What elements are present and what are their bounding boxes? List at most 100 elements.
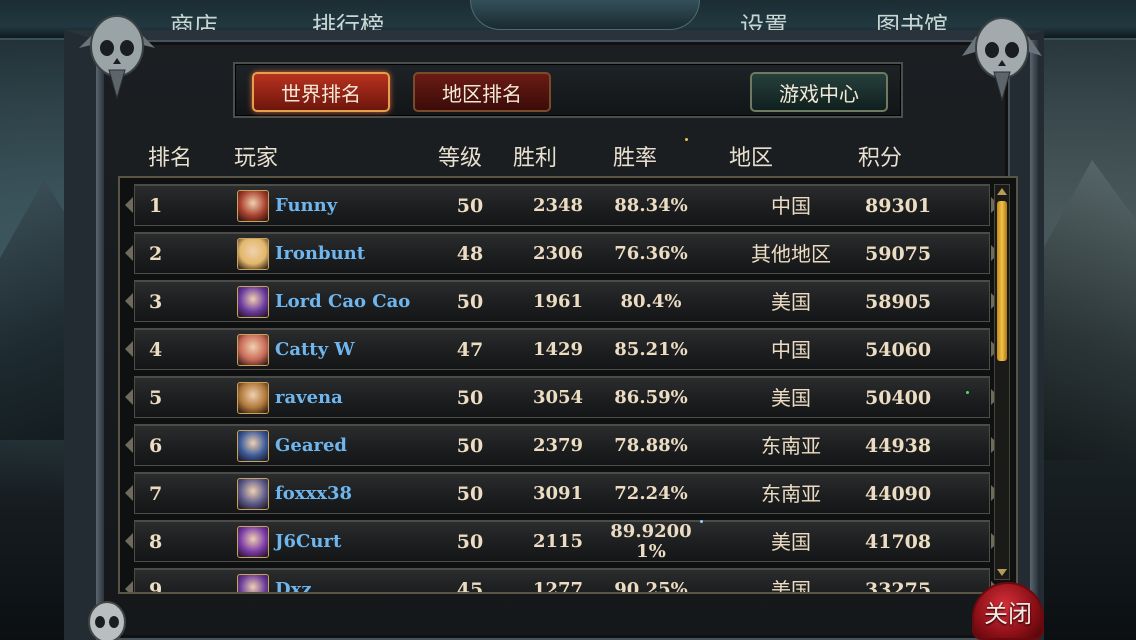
row-region: 美国 xyxy=(771,290,811,314)
row-level: 47 xyxy=(456,339,484,361)
row-win-rate: 88.34% xyxy=(614,195,688,216)
row-rank: 3 xyxy=(149,291,163,313)
row-rank: 2 xyxy=(149,243,163,265)
scroll-up-arrow-icon[interactable] xyxy=(997,188,1007,195)
row-rank: 6 xyxy=(149,435,163,457)
nav-item-shop[interactable]: 商店 xyxy=(170,8,218,30)
row-win-rate: 85.21% xyxy=(614,339,688,360)
table-row[interactable]: 6 Geared 50 2379 78.88% 东南亚 44938 xyxy=(125,424,999,467)
row-win-rate: 72.24% xyxy=(614,483,688,504)
nav-item-leaderboard[interactable]: 排行榜 xyxy=(312,8,384,30)
row-score: 33275 xyxy=(865,579,932,594)
row-score: 89301 xyxy=(865,195,932,217)
row-score: 58905 xyxy=(865,291,932,313)
table-row[interactable]: 4 Catty W 47 1429 85.21% 中国 54060 xyxy=(125,328,999,371)
row-win-rate: 90.25% xyxy=(614,579,688,594)
row-level: 48 xyxy=(456,243,484,265)
row-region: 中国 xyxy=(771,338,811,362)
row-rank: 4 xyxy=(149,339,163,361)
row-win-rate: 76.36% xyxy=(614,243,688,264)
row-player-name[interactable]: Ironbunt xyxy=(275,233,365,275)
row-rank: 5 xyxy=(149,387,163,409)
game-center-button[interactable]: 游戏中心 xyxy=(750,72,888,112)
row-win-rate: 86.59% xyxy=(614,387,688,408)
row-level: 50 xyxy=(456,291,484,313)
row-win-rate: 78.88% xyxy=(614,435,688,456)
row-score: 41708 xyxy=(865,531,932,553)
scroll-down-arrow-icon[interactable] xyxy=(997,569,1007,576)
row-region: 其他地区 xyxy=(751,242,831,266)
row-wins: 1277 xyxy=(532,579,584,594)
row-player-name[interactable]: Dxz xyxy=(275,569,312,592)
row-wins: 1961 xyxy=(532,291,584,312)
row-player-name[interactable]: Lord Cao Cao xyxy=(275,281,410,323)
row-rank: 8 xyxy=(149,531,163,553)
row-score: 44090 xyxy=(865,483,932,505)
row-level: 50 xyxy=(456,195,484,217)
player-avatar[interactable] xyxy=(237,526,269,558)
sparkle xyxy=(685,138,688,141)
row-player-name[interactable]: Catty W xyxy=(275,329,355,371)
ranking-list[interactable]: 1 Funny 50 2348 88.34% 中国 89301 2 Ironbunt 48 2306… xyxy=(118,176,1018,594)
player-avatar[interactable] xyxy=(237,478,269,510)
row-region: 美国 xyxy=(771,530,811,554)
row-region: 美国 xyxy=(771,578,811,594)
frame-edge-left xyxy=(96,40,104,640)
column-header-win-rate: 胜率 xyxy=(613,146,658,171)
row-level: 50 xyxy=(456,531,484,553)
table-row[interactable]: 7 foxxx38 50 3091 72.24% 东南亚 44090 xyxy=(125,472,999,515)
row-region: 中国 xyxy=(771,194,811,218)
column-header-level: 等级 xyxy=(438,146,483,171)
column-header-wins: 胜利 xyxy=(513,146,558,171)
row-wins: 2348 xyxy=(532,195,584,216)
player-avatar[interactable] xyxy=(237,334,269,366)
player-avatar[interactable] xyxy=(237,238,269,270)
nav-item-library[interactable]: 图书馆 xyxy=(876,8,948,30)
sparkle xyxy=(966,391,969,394)
row-level: 50 xyxy=(456,435,484,457)
row-player-name[interactable]: Geared xyxy=(275,425,347,467)
row-score: 50400 xyxy=(865,387,932,409)
row-wins: 1429 xyxy=(532,339,584,360)
top-nav-crest xyxy=(470,0,700,30)
row-score: 44938 xyxy=(865,435,932,457)
row-level: 50 xyxy=(456,387,484,409)
table-row[interactable]: 2 Ironbunt 48 2306 76.36% 其他地区 59075 xyxy=(125,232,999,275)
scroll-thumb[interactable] xyxy=(997,201,1007,361)
tab-region-ranking[interactable]: 地区排名 xyxy=(413,72,551,112)
tab-bar: 世界排名 地区排名 游戏中心 xyxy=(233,62,903,118)
row-region: 美国 xyxy=(771,386,811,410)
nav-item-settings[interactable]: 设置 xyxy=(740,8,788,30)
skull-ornament-icon xyxy=(88,601,126,640)
tab-world-ranking[interactable]: 世界排名 xyxy=(252,72,390,112)
row-player-name[interactable]: J6Curt xyxy=(275,521,341,563)
player-avatar[interactable] xyxy=(237,286,269,318)
skull-ornament-icon xyxy=(79,15,155,100)
row-score: 59075 xyxy=(865,243,932,265)
row-win-rate: 89.92001% xyxy=(610,521,692,562)
table-row[interactable]: 5 ravena 50 3054 86.59% 美国 50400 xyxy=(125,376,999,419)
player-avatar[interactable] xyxy=(237,190,269,222)
row-level: 50 xyxy=(456,483,484,505)
row-player-name[interactable]: ravena xyxy=(275,377,343,419)
row-rank: 7 xyxy=(149,483,163,505)
table-row[interactable]: 9 Dxz 45 1277 90.25% 美国 33275 xyxy=(125,568,999,594)
frame-edge-right xyxy=(1030,40,1038,640)
row-wins: 2306 xyxy=(532,243,584,264)
sparkle xyxy=(700,520,703,523)
player-avatar[interactable] xyxy=(237,382,269,414)
row-region: 东南亚 xyxy=(761,434,821,458)
table-row[interactable]: 3 Lord Cao Cao 50 1961 80.4% 美国 58905 xyxy=(125,280,999,323)
skull-ornament-icon xyxy=(962,17,1042,102)
table-row[interactable]: 1 Funny 50 2348 88.34% 中国 89301 xyxy=(125,184,999,227)
row-rank: 9 xyxy=(149,579,163,594)
row-win-rate: 80.4% xyxy=(620,291,682,312)
player-avatar[interactable] xyxy=(237,430,269,462)
row-player-name[interactable]: Funny xyxy=(275,185,337,227)
table-row[interactable]: 8 J6Curt 50 2115 89.92001% 美国 41708 xyxy=(125,520,999,563)
column-header-region: 地区 xyxy=(729,146,774,171)
row-player-name[interactable]: foxxx38 xyxy=(275,473,352,515)
column-header-rank: 排名 xyxy=(148,146,193,171)
ranking-scrollbar[interactable] xyxy=(994,184,1010,580)
player-avatar[interactable] xyxy=(237,574,269,592)
